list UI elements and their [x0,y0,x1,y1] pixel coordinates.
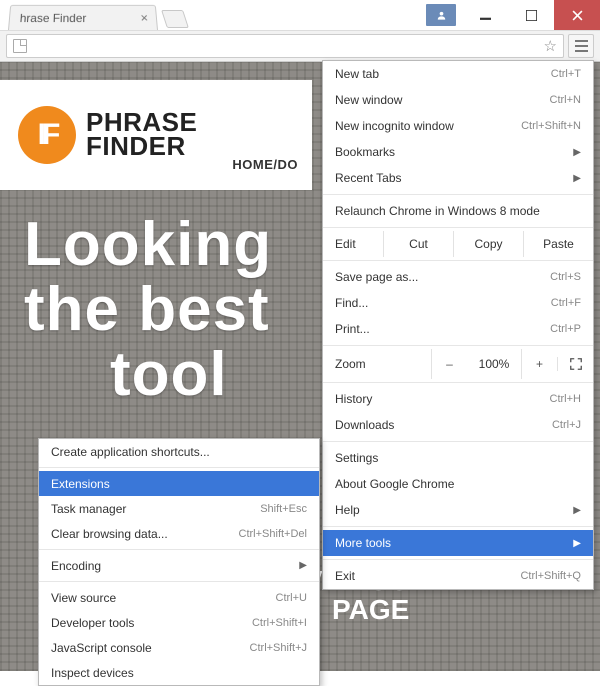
hero-card: IF PHRASE FINDER HOME/DO [0,80,312,190]
chevron-right-icon: ▶ [573,147,581,158]
zoom-out-button[interactable]: – [431,349,467,379]
nav-home[interactable]: HOME/DO [232,157,298,172]
zoom-in-button[interactable]: + [521,349,557,379]
submenu-clear-data[interactable]: Clear browsing data...Ctrl+Shift+Del [39,521,319,546]
menu-button[interactable] [568,34,594,58]
menu-recent-tabs[interactable]: Recent Tabs▶ [323,165,593,191]
user-icon[interactable] [426,4,456,26]
browser-tab[interactable]: hrase Finder × [8,5,158,30]
submenu-encoding[interactable]: Encoding▶ [39,553,319,578]
menu-help[interactable]: Help▶ [323,497,593,523]
menu-history[interactable]: HistoryCtrl+H [323,386,593,412]
fullscreen-button[interactable] [557,357,593,371]
chevron-right-icon: ▶ [573,538,581,549]
menu-about[interactable]: About Google Chrome [323,471,593,497]
browser-toolbar: ☆ [0,30,600,62]
page-icon [13,39,27,53]
menu-save-as[interactable]: Save page as...Ctrl+S [323,264,593,290]
chevron-right-icon: ▶ [573,173,581,184]
menu-copy[interactable]: Copy [453,231,523,257]
menu-bookmarks[interactable]: Bookmarks▶ [323,139,593,165]
site-logo: IF PHRASE FINDER [18,106,197,164]
menu-zoom-row: Zoom – 100% + [323,349,593,379]
submenu-task-manager[interactable]: Task managerShift+Esc [39,496,319,521]
tab-strip: hrase Finder × [8,0,420,30]
minimize-button[interactable] [462,0,508,30]
menu-zoom-label: Zoom [323,357,383,371]
chevron-right-icon: ▶ [299,560,307,571]
bookmark-star-icon[interactable]: ☆ [544,37,557,55]
menu-edit-row: Edit Cut Copy Paste [323,231,593,257]
submenu-view-source[interactable]: View sourceCtrl+U [39,585,319,610]
menu-settings[interactable]: Settings [323,445,593,471]
chevron-right-icon: ▶ [573,505,581,516]
new-tab-button[interactable] [161,10,189,28]
menu-find[interactable]: Find...Ctrl+F [323,290,593,316]
menu-more-tools[interactable]: More tools▶ [323,530,593,556]
menu-cut[interactable]: Cut [383,231,453,257]
close-button[interactable] [554,0,600,30]
logo-text: PHRASE FINDER [86,111,197,159]
headline: Looking the best tool [24,212,272,407]
more-tools-submenu: Create application shortcuts... Extensio… [38,438,320,686]
zoom-value: 100% [467,357,521,371]
tab-title: hrase Finder [19,11,86,25]
menu-print[interactable]: Print...Ctrl+P [323,316,593,342]
submenu-inspect-devices[interactable]: Inspect devices [39,660,319,685]
logo-badge: IF [18,106,76,164]
submenu-dev-tools[interactable]: Developer toolsCtrl+Shift+I [39,610,319,635]
menu-exit[interactable]: ExitCtrl+Shift+Q [323,563,593,589]
menu-edit-label: Edit [323,237,383,251]
submenu-extensions[interactable]: Extensions [39,471,319,496]
chrome-menu: New tabCtrl+T New windowCtrl+N New incog… [322,60,594,590]
close-icon[interactable]: × [140,11,149,26]
maximize-button[interactable] [508,0,554,30]
address-bar[interactable]: ☆ [6,34,564,58]
submenu-create-shortcuts[interactable]: Create application shortcuts... [39,439,319,464]
menu-relaunch-win8[interactable]: Relaunch Chrome in Windows 8 mode [323,198,593,224]
menu-downloads[interactable]: DownloadsCtrl+J [323,412,593,438]
menu-new-incognito[interactable]: New incognito windowCtrl+Shift+N [323,113,593,139]
menu-new-window[interactable]: New windowCtrl+N [323,87,593,113]
submenu-js-console[interactable]: JavaScript consoleCtrl+Shift+J [39,635,319,660]
menu-new-tab[interactable]: New tabCtrl+T [323,61,593,87]
menu-paste[interactable]: Paste [523,231,593,257]
